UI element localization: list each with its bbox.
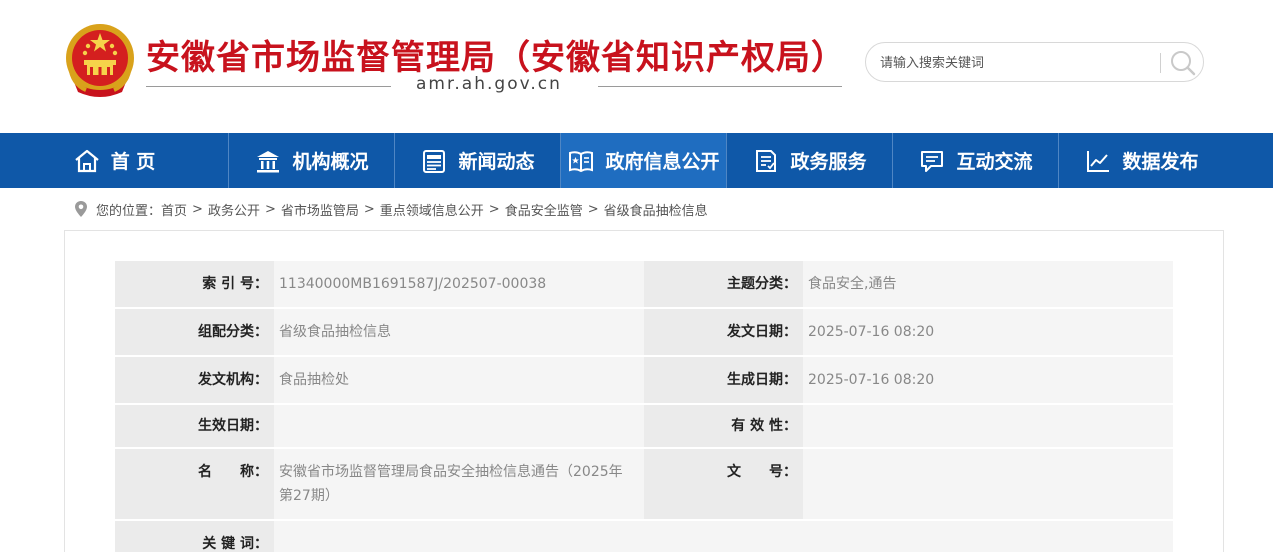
table-row: 组配分类： 省级食品抽检信息 发文日期： 2025-07-16 08:20: [115, 309, 1173, 357]
chat-icon: [921, 150, 944, 172]
index-number-label: 索 引 号：: [115, 261, 274, 309]
document-number-label: 文 号：: [644, 449, 803, 521]
document-metadata-table: 索 引 号： 11340000MB1691587J/202507-00038 主…: [115, 261, 1173, 552]
domain-divider-right: [598, 86, 842, 87]
institution-icon: [257, 150, 280, 172]
breadcrumb-prefix: 您的位置：: [96, 203, 162, 219]
table-row: 关 键 词：: [115, 521, 1173, 552]
nav-item-institution[interactable]: 机构概况: [229, 133, 394, 188]
table-row: 索 引 号： 11340000MB1691587J/202507-00038 主…: [115, 261, 1173, 309]
nav-label-home: 首 页: [110, 151, 156, 173]
validity-label: 有 效 性：: [644, 405, 803, 449]
search-box: [865, 42, 1204, 82]
table-row: 发文机构： 食品抽检处 生成日期： 2025-07-16 08:20: [115, 357, 1173, 405]
breadcrumb: 您的位置： 首页 > 政务公开 > 省市场监管局 > 重点领域信息公开 > 食品…: [74, 198, 708, 220]
nav-item-gov-info[interactable]: 政府信息公开: [561, 133, 726, 188]
breadcrumb-item-home[interactable]: 首页: [161, 200, 187, 219]
issuing-organ-label: 发文机构：: [115, 357, 274, 405]
breadcrumb-item-gov-affairs[interactable]: 政务公开: [208, 200, 260, 219]
validity-value: [803, 405, 1173, 449]
keywords-label: 关 键 词：: [115, 521, 274, 552]
document-name-label: 名 称：: [115, 449, 274, 521]
nav-label-data: 数据发布: [1122, 151, 1199, 173]
news-icon: [423, 149, 446, 173]
home-icon: [74, 149, 99, 172]
generated-date-label: 生成日期：: [644, 357, 803, 405]
breadcrumb-separator: >: [488, 201, 500, 217]
breadcrumb-item-food-safety[interactable]: 食品安全监管: [505, 200, 583, 219]
issue-date-label: 发文日期：: [644, 309, 803, 357]
breadcrumb-separator: >: [363, 201, 375, 217]
national-emblem-icon[interactable]: [64, 22, 136, 100]
nav-label-gov-info: 政府信息公开: [605, 151, 720, 173]
nav-item-data[interactable]: 数据发布: [1059, 133, 1224, 188]
search-icon[interactable]: [1168, 49, 1198, 77]
nav-label-news: 新闻动态: [458, 151, 535, 173]
topic-category-value: 食品安全,通告: [803, 261, 1173, 309]
nav-label-institution: 机构概况: [292, 151, 369, 173]
site-domain: amr.ah.gov.cn: [416, 74, 562, 94]
nav-item-interaction[interactable]: 互动交流: [893, 133, 1058, 188]
main-nav: 首 页 机构概况 新闻动态 政府信息公开 政务服务 互动交流 数据发布: [0, 133, 1273, 188]
index-number-value: 11340000MB1691587J/202507-00038: [274, 261, 644, 309]
document-name-value: 安徽省市场监督管理局食品安全抽检信息通告（2025年第27期）: [274, 449, 644, 521]
site-header: 安徽省市场监督管理局（安徽省知识产权局） amr.ah.gov.cn: [0, 0, 1273, 133]
document-number-value: [803, 449, 1173, 521]
site-title[interactable]: 安徽省市场监督管理局（安徽省知识产权局）: [146, 30, 846, 79]
keywords-value: [274, 521, 1173, 552]
issuing-organ-value: 食品抽检处: [274, 357, 644, 405]
table-row: 生效日期： 有 效 性：: [115, 405, 1173, 449]
search-divider: [1160, 53, 1161, 73]
nav-label-services: 政务服务: [790, 151, 867, 173]
effective-date-value: [274, 405, 644, 449]
group-category-value: 省级食品抽检信息: [274, 309, 644, 357]
issue-date-value: 2025-07-16 08:20: [803, 309, 1173, 357]
table-row: 名 称： 安徽省市场监督管理局食品安全抽检信息通告（2025年第27期） 文 号…: [115, 449, 1173, 521]
generated-date-value: 2025-07-16 08:20: [803, 357, 1173, 405]
breadcrumb-item-inspection-info[interactable]: 省级食品抽检信息: [604, 200, 708, 219]
nav-item-home[interactable]: 首 页: [0, 133, 228, 188]
breadcrumb-separator: >: [264, 201, 276, 217]
site-domain-row: amr.ah.gov.cn: [146, 74, 842, 98]
effective-date-label: 生效日期：: [115, 405, 274, 449]
nav-item-news[interactable]: 新闻动态: [395, 133, 560, 188]
domain-divider-left: [146, 86, 391, 87]
group-category-label: 组配分类：: [115, 309, 274, 357]
nav-label-interaction: 互动交流: [956, 151, 1033, 173]
breadcrumb-item-key-areas[interactable]: 重点领域信息公开: [380, 200, 484, 219]
location-pin-icon: [75, 201, 87, 217]
breadcrumb-separator: >: [192, 201, 203, 217]
line-chart-icon: [1087, 150, 1110, 172]
nav-item-services[interactable]: 政务服务: [727, 133, 892, 188]
service-form-icon: [756, 149, 777, 172]
open-book-icon: [569, 150, 594, 172]
topic-category-label: 主题分类：: [644, 261, 803, 309]
breadcrumb-separator: >: [587, 201, 599, 217]
breadcrumb-item-bureau[interactable]: 省市场监管局: [281, 200, 359, 219]
search-input[interactable]: [880, 52, 1150, 74]
